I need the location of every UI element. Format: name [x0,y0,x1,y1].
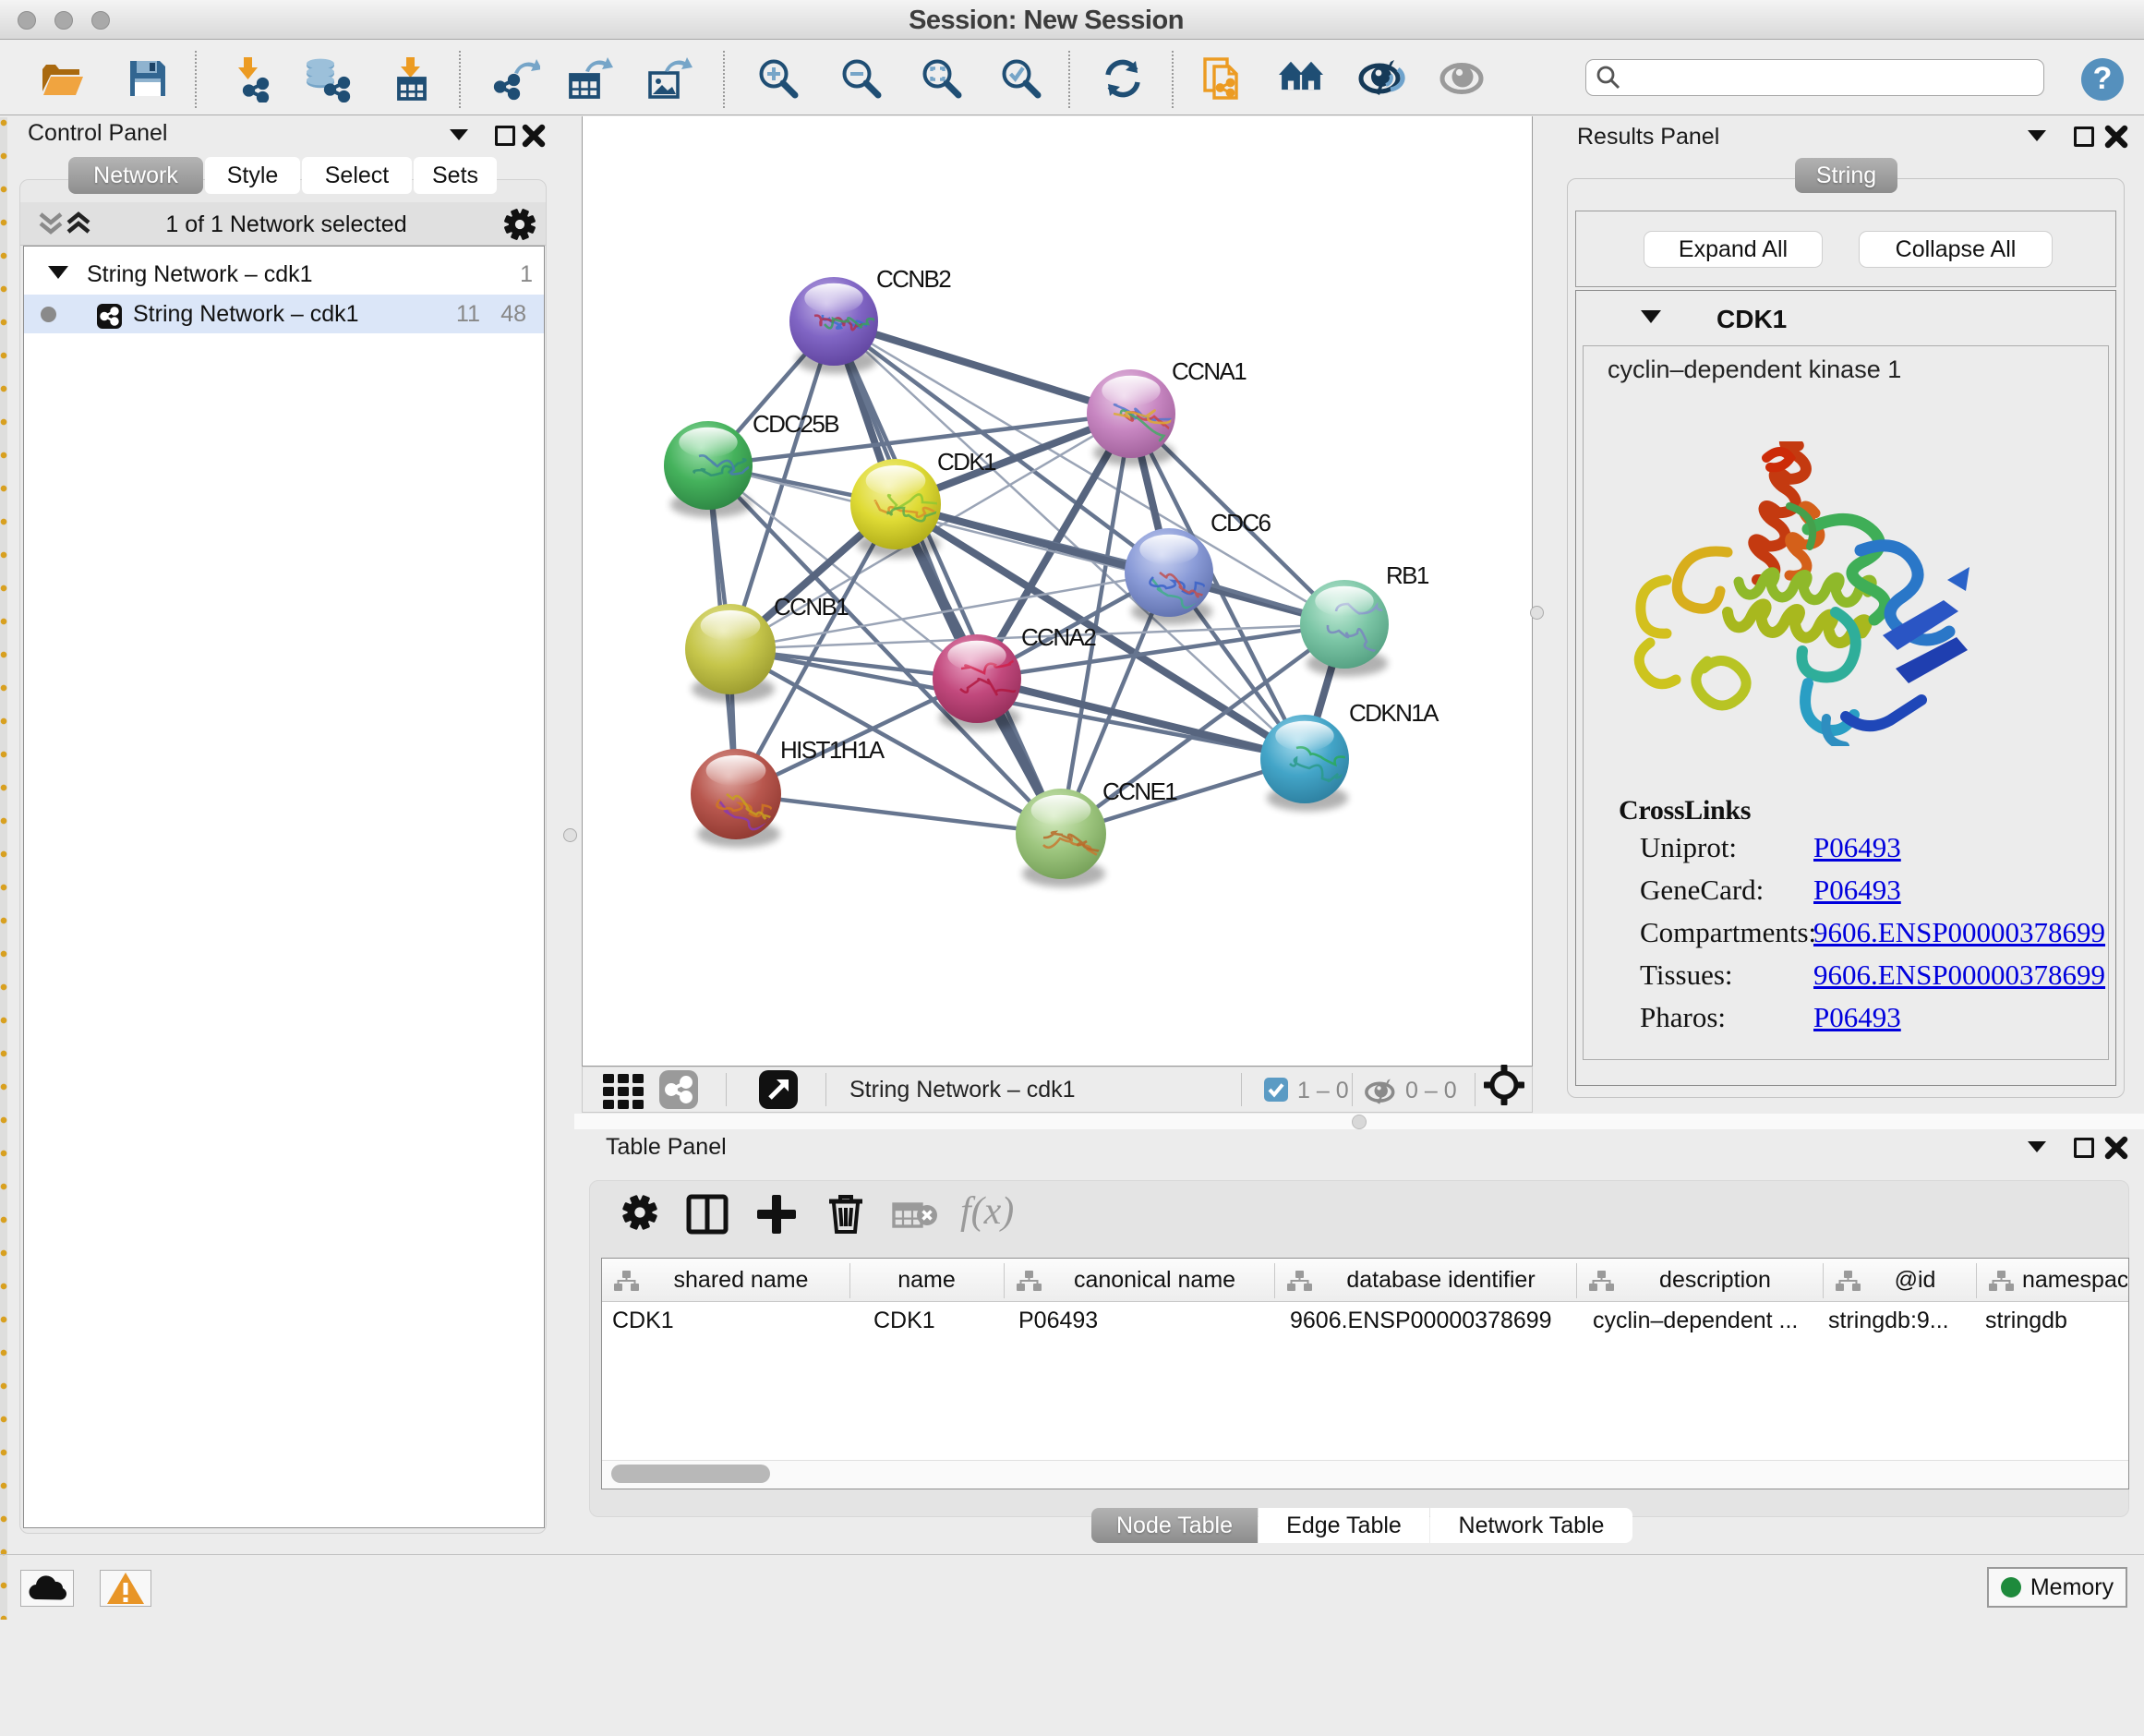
svg-text:CDKN1A: CDKN1A [1349,699,1439,727]
svg-text:?: ? [2093,61,2113,96]
svg-text:CDC25B: CDC25B [753,410,838,438]
svg-text:RB1: RB1 [1386,561,1429,589]
svg-text:CDK1: CDK1 [937,448,996,476]
svg-text:CCNA2: CCNA2 [1021,623,1096,651]
svg-text:CCNE1: CCNE1 [1102,778,1177,805]
svg-text:HIST1H1A: HIST1H1A [780,736,885,764]
svg-text:CCNB2: CCNB2 [876,265,951,293]
svg-text:CDC6: CDC6 [1211,509,1271,536]
svg-text:CCNB1: CCNB1 [774,593,849,621]
svg-text:CCNA1: CCNA1 [1172,357,1247,385]
